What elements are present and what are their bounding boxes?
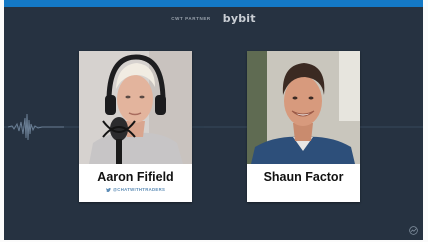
video-frame: CWT PARTNER bybit Aaron Fifield @CHATWIT… bbox=[0, 0, 428, 242]
twitter-bird-icon bbox=[105, 187, 111, 192]
guest-name: Aaron Fifield bbox=[97, 170, 174, 184]
guest-name: Shaun Factor bbox=[263, 170, 344, 184]
chart-trend-icon[interactable] bbox=[409, 226, 418, 235]
guest-card-shaun: Shaun Factor bbox=[247, 51, 360, 202]
sponsor-banner: CWT PARTNER bybit bbox=[4, 10, 423, 26]
guest-card-aaron: Aaron Fifield @CHATWITHTRADERS bbox=[79, 51, 192, 202]
sponsor-logo: bybit bbox=[222, 11, 256, 25]
guest-photo bbox=[247, 51, 360, 164]
guest-photo bbox=[79, 51, 192, 164]
video-screen: CWT PARTNER bybit Aaron Fifield @CHATWIT… bbox=[4, 0, 423, 240]
partner-label: CWT PARTNER bbox=[171, 15, 211, 21]
audio-waveform bbox=[4, 113, 423, 141]
guest-handle-text: @CHATWITHTRADERS bbox=[112, 187, 166, 192]
guest-handle[interactable]: @CHATWITHTRADERS bbox=[79, 187, 192, 192]
top-accent-bar bbox=[4, 0, 423, 7]
